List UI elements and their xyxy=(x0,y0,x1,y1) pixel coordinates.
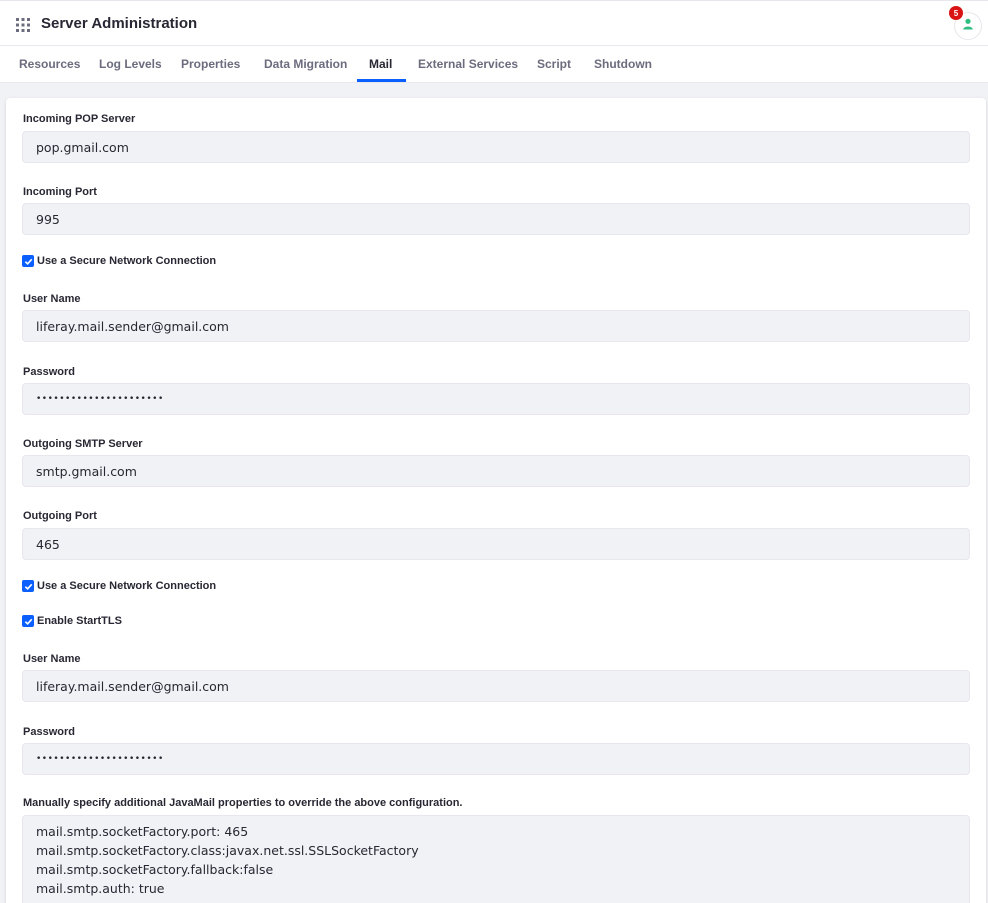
incoming-pop-server-label: Incoming POP Server xyxy=(23,113,136,125)
incoming-pop-server-input[interactable] xyxy=(22,131,970,163)
tab-shutdown[interactable]: Shutdown xyxy=(594,46,652,82)
pop-secure-connection-checkbox[interactable]: Use a Secure Network Connection xyxy=(22,255,216,267)
page-title: Server Administration xyxy=(41,15,198,32)
notification-badge: 5 xyxy=(949,6,963,20)
apps-grid-icon[interactable] xyxy=(16,18,30,32)
active-tab-indicator xyxy=(357,79,406,82)
javamail-property-line: mail.smtp.auth: true xyxy=(36,881,165,896)
pop-password-label: Password xyxy=(23,366,75,378)
top-bar: Server Administration 5 xyxy=(0,0,988,46)
outgoing-port-label: Outgoing Port xyxy=(23,510,97,522)
tab-resources[interactable]: Resources xyxy=(19,46,80,82)
tab-external-services[interactable]: External Services xyxy=(418,46,518,82)
pop-user-name-label: User Name xyxy=(23,293,81,305)
checkbox-checked-icon[interactable] xyxy=(22,255,34,267)
pop-user-name-input[interactable] xyxy=(22,310,970,342)
tab-mail[interactable]: Mail xyxy=(369,46,392,82)
smtp-user-name-input[interactable] xyxy=(22,670,970,702)
javamail-properties-label: Manually specify additional JavaMail pro… xyxy=(23,797,463,809)
outgoing-smtp-server-input[interactable] xyxy=(22,455,970,487)
javamail-property-line: mail.smtp.socketFactory.port: 465 xyxy=(36,824,249,839)
pop-secure-connection-label: Use a Secure Network Connection xyxy=(37,255,217,267)
smtp-secure-connection-checkbox[interactable]: Use a Secure Network Connection xyxy=(22,580,216,592)
user-icon xyxy=(962,17,974,35)
smtp-secure-connection-label: Use a Secure Network Connection xyxy=(37,580,217,592)
enable-starttls-checkbox[interactable]: Enable StartTLS xyxy=(22,615,122,627)
admin-tabs: Resources Log Levels Properties Data Mig… xyxy=(0,46,988,83)
smtp-password-label: Password xyxy=(23,726,75,738)
tab-log-levels[interactable]: Log Levels xyxy=(99,46,162,82)
outgoing-smtp-server-label: Outgoing SMTP Server xyxy=(23,438,143,450)
enable-starttls-label: Enable StartTLS xyxy=(37,615,122,627)
javamail-properties-textarea[interactable]: mail.smtp.socketFactory.port: 465 mail.s… xyxy=(22,815,970,903)
checkbox-checked-icon[interactable] xyxy=(22,580,34,592)
pop-password-input[interactable]: •••••••••••••••••••••• xyxy=(22,383,970,415)
javamail-property-line: mail.smtp.socketFactory.class:javax.net.… xyxy=(36,843,419,858)
checkbox-checked-icon[interactable] xyxy=(22,615,34,627)
tab-script[interactable]: Script xyxy=(537,46,571,82)
incoming-port-input[interactable] xyxy=(22,203,970,235)
javamail-property-line: mail.smtp.socketFactory.fallback:false xyxy=(36,862,274,877)
tab-data-migration[interactable]: Data Migration xyxy=(264,46,347,82)
tab-properties[interactable]: Properties xyxy=(181,46,240,82)
incoming-port-label: Incoming Port xyxy=(23,186,97,198)
user-menu-button[interactable]: 5 xyxy=(949,6,983,40)
smtp-password-input[interactable]: •••••••••••••••••••••• xyxy=(22,743,970,775)
outgoing-port-input[interactable] xyxy=(22,528,970,560)
smtp-user-name-label: User Name xyxy=(23,653,81,665)
